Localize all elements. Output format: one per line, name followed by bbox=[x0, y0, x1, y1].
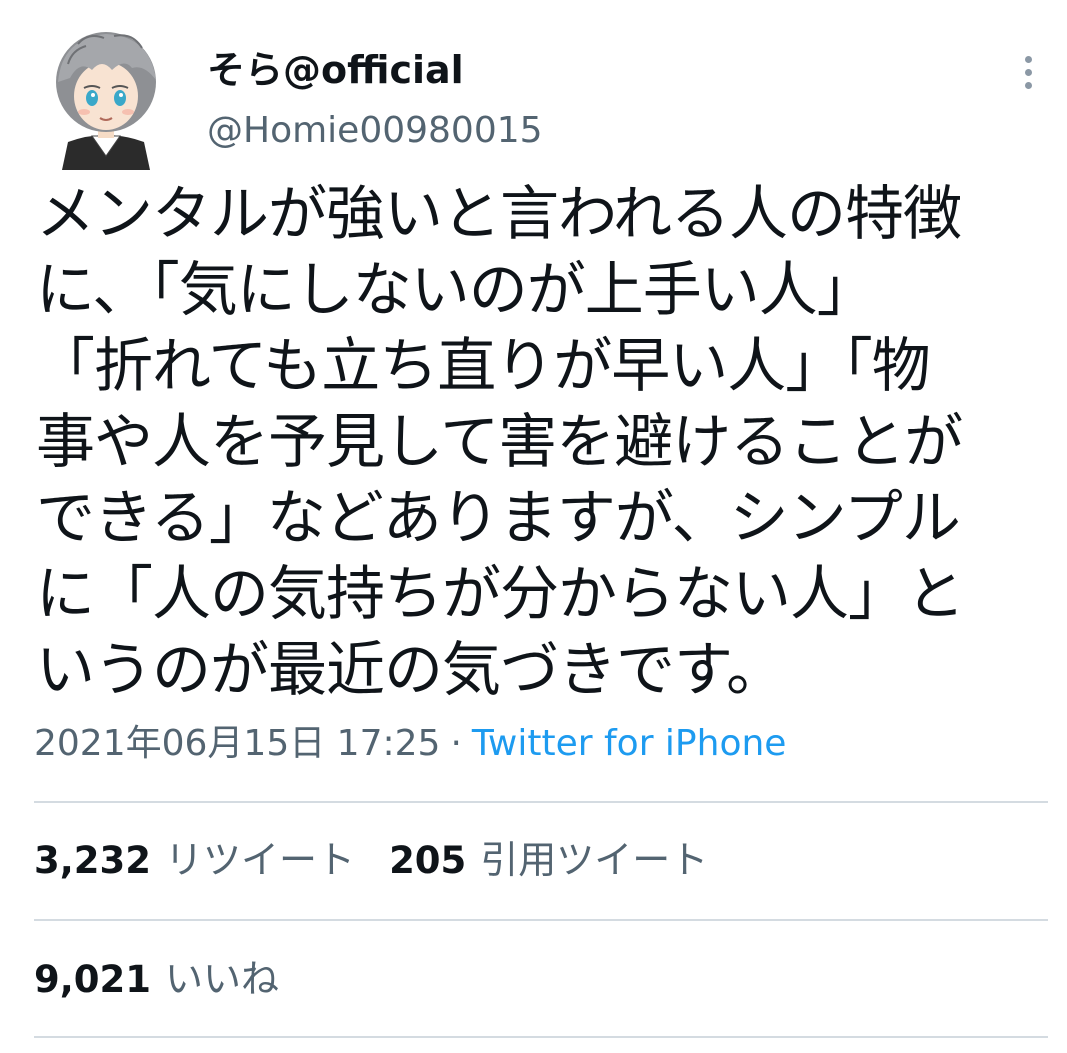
divider bbox=[34, 1036, 1048, 1038]
tweet-timestamp[interactable]: 2021年06月15日 17:25 bbox=[34, 723, 440, 764]
author-display-name[interactable]: そら@official bbox=[207, 44, 464, 96]
likes-count: 9,021 bbox=[34, 958, 152, 1001]
tweet-text-line: 事や人を予見して害を避けることが bbox=[36, 407, 963, 476]
meta-separator: · bbox=[450, 723, 462, 764]
quotes-stat[interactable]: 205 引用ツイート bbox=[389, 838, 708, 882]
tweet-text-line: できる」などありますが、シンプル bbox=[36, 483, 961, 552]
retweets-count: 3,232 bbox=[34, 839, 152, 882]
divider bbox=[34, 801, 1048, 803]
tweet-text-line: いうのが最近の気づきです。 bbox=[36, 635, 785, 704]
tweet-text-line: 「折れても立ち直りが早い人」「物 bbox=[36, 331, 931, 400]
retweet-stats-row: 3,232 リツイート 205 引用ツイート bbox=[34, 834, 742, 887]
author-avatar[interactable] bbox=[48, 24, 164, 170]
likes-stat[interactable]: 9,021 いいね bbox=[34, 957, 279, 1001]
author-handle[interactable]: @Homie00980015 bbox=[207, 106, 543, 156]
retweets-label: リツイート bbox=[165, 838, 356, 882]
anime-avatar-icon bbox=[56, 32, 156, 170]
more-vertical-icon-dot bbox=[1024, 68, 1032, 76]
tweet-text-line: に、「気にしないのが上手い人」 bbox=[36, 255, 876, 324]
tweet-source-link[interactable]: Twitter for iPhone bbox=[472, 723, 787, 764]
quotes-count: 205 bbox=[389, 839, 467, 882]
retweets-stat[interactable]: 3,232 リツイート bbox=[34, 838, 355, 882]
likes-label: いいね bbox=[165, 957, 280, 1001]
more-vertical-icon-dot bbox=[1024, 81, 1032, 89]
tweet-text-line: に「人の気持ちが分からない人」と bbox=[36, 559, 965, 628]
tweet-meta: 2021年06月15日 17:25 · Twitter for iPhone bbox=[34, 718, 786, 770]
more-vertical-icon bbox=[1024, 55, 1032, 63]
tweet-text: メンタルが強いと言われる人の特徴 に、「気にしないのが上手い人」 「折れても立ち… bbox=[36, 176, 1011, 708]
likes-stats-row: 9,021 いいね bbox=[34, 953, 313, 1006]
tweet-text-line: メンタルが強いと言われる人の特徴 bbox=[36, 179, 962, 248]
more-options-button[interactable] bbox=[1010, 50, 1046, 94]
quotes-label: 引用ツイート bbox=[480, 838, 709, 882]
divider bbox=[34, 919, 1048, 921]
